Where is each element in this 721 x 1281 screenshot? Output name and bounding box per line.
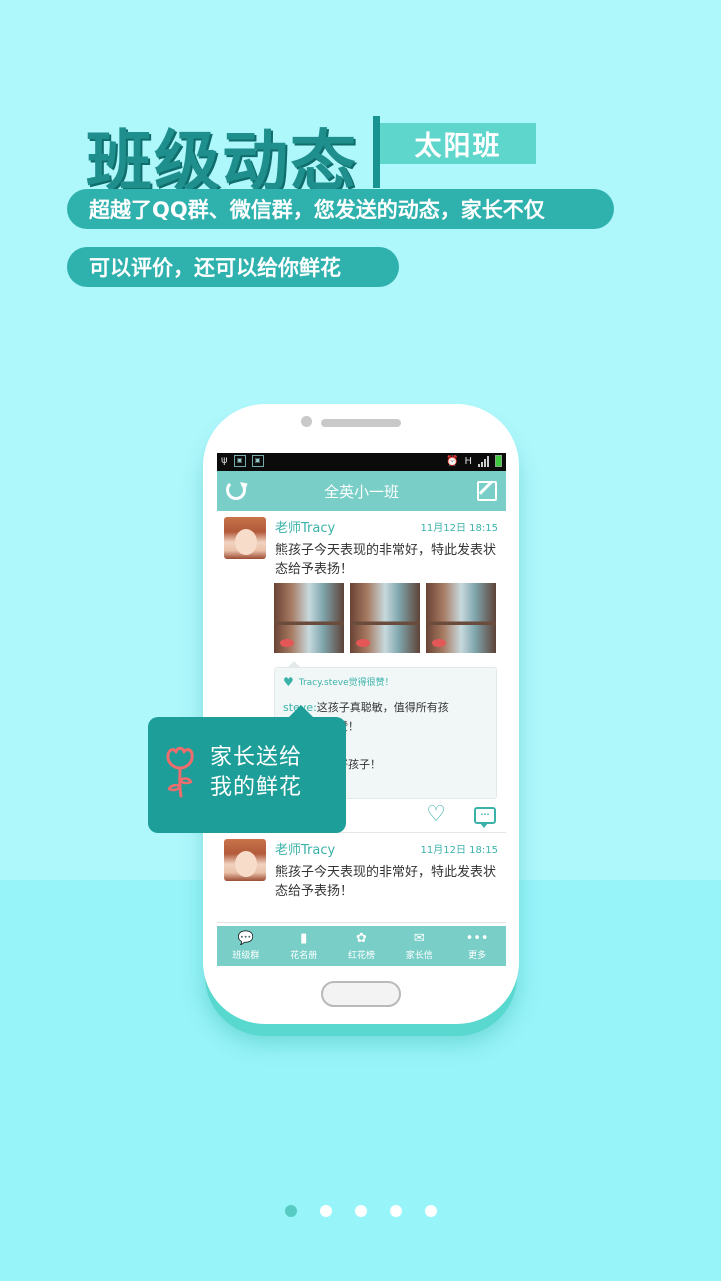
post-author[interactable]: 老师Tracy <box>275 517 335 536</box>
post-actions: ♡ ··· <box>426 804 496 828</box>
post-content: 熊孩子今天表现的非常好，特此发表状态给予表扬！ <box>275 543 497 577</box>
post-photo[interactable] <box>350 583 420 653</box>
callout-line-1: 家长送给 <box>210 745 303 770</box>
app-header: 全英小一班 <box>217 471 506 511</box>
callout-bubble: 家长送给 我的鲜花 <box>148 705 346 833</box>
home-button[interactable] <box>321 981 401 1007</box>
tab-parent-letter[interactable]: ✉ 家长信 <box>390 926 448 966</box>
heart-icon: ♥ <box>283 674 294 689</box>
post-author[interactable]: 老师Tracy <box>275 839 335 858</box>
envelope-icon: ✉ <box>413 930 425 946</box>
feed-post: 老师Tracy 11月12日 18:15 熊孩子今天表现的非常好，特此发表状态给… <box>217 833 506 923</box>
tab-roster[interactable]: ▮ 花名册 <box>275 926 333 966</box>
phone-frame: ψ ▣ ▣ ⏰ H 全英小一班 老师Tracy 11月12日 18:15 熊孩子… <box>203 404 519 1024</box>
likes-text: Tracy.steve觉得很赞！ <box>298 678 394 688</box>
post-content: 熊孩子今天表现的非常好，特此发表状态给予表扬！ <box>275 865 497 899</box>
tab-more[interactable]: ••• 更多 <box>448 926 506 966</box>
comment-icon[interactable]: ··· <box>474 806 496 828</box>
app-title: 全英小一班 <box>323 483 399 501</box>
avatar[interactable] <box>224 839 266 881</box>
post-time: 11月12日 18:15 <box>420 845 498 856</box>
notification-icon: ▣ <box>233 455 246 467</box>
badge-icon: ✿ <box>356 930 367 946</box>
page-dot[interactable] <box>355 1205 367 1217</box>
battery-icon <box>495 455 502 467</box>
usb-icon: ψ <box>221 455 228 466</box>
page-dot[interactable] <box>285 1205 297 1217</box>
post-time: 11月12日 18:15 <box>420 523 498 534</box>
tab-class-group[interactable]: 💬 班级群 <box>217 926 275 966</box>
hero-line-1: 超越了QQ群、微信群，您发送的动态，家长不仅 <box>67 189 614 229</box>
page-dot[interactable] <box>320 1205 332 1217</box>
avatar[interactable] <box>224 517 266 559</box>
compose-icon[interactable] <box>477 481 497 501</box>
post-photo[interactable] <box>426 583 496 653</box>
hero-tag: 太阳班 <box>380 123 536 164</box>
network-type: H <box>464 455 472 467</box>
alarm-icon: ⏰ <box>446 455 459 467</box>
camera-icon <box>301 416 312 427</box>
more-dots-icon: ••• <box>465 930 489 946</box>
post-photo[interactable] <box>274 583 344 653</box>
book-icon: ▮ <box>300 930 308 946</box>
like-heart-icon[interactable]: ♡ <box>426 804 446 826</box>
speaker-grille <box>321 419 401 427</box>
page-dot[interactable] <box>425 1205 437 1217</box>
phone-screen: ψ ▣ ▣ ⏰ H 全英小一班 老师Tracy 11月12日 18:15 熊孩子… <box>217 453 506 966</box>
notification-icon: ▣ <box>251 455 264 467</box>
page-dot[interactable] <box>390 1205 402 1217</box>
status-bar: ψ ▣ ▣ ⏰ H <box>217 453 506 471</box>
callout-line-2: 我的鲜花 <box>210 775 303 800</box>
chat-bubbles-icon: 💬 <box>237 930 254 946</box>
tab-red-flower[interactable]: ✿ 红花榜 <box>333 926 391 966</box>
bottom-tab-bar: 💬 班级群 ▮ 花名册 ✿ 红花榜 ✉ 家长信 ••• 更多 <box>217 926 506 966</box>
likes-row: ♥ Tracy.steve觉得很赞！ <box>283 674 394 689</box>
post-photos <box>274 583 496 653</box>
flower-icon <box>166 746 194 798</box>
hero-divider <box>373 116 380 188</box>
page-indicator <box>285 1205 437 1217</box>
hero-line-2: 可以评价，还可以给你鲜花 <box>67 247 399 287</box>
comment-item: steve:这孩子真聪敏，值得所有孩 <box>283 701 449 714</box>
callout-text: 家长送给 我的鲜花 <box>210 743 338 803</box>
signal-icon <box>478 455 489 467</box>
